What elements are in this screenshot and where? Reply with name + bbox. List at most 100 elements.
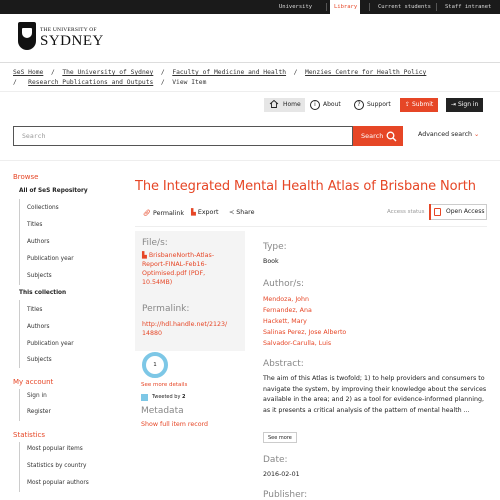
date-label: Date: <box>263 455 288 465</box>
home-label: Home <box>283 101 301 108</box>
author-link[interactable]: Salvador-Carulla, Luis <box>263 339 331 348</box>
author-link[interactable]: Fernandez, Ana <box>263 306 312 315</box>
nav-separator <box>326 3 327 11</box>
header-divider <box>0 62 500 63</box>
sidebar-coll-authors[interactable]: Authors <box>27 324 50 330</box>
sidebar-coll-subjects[interactable]: Subjects <box>27 357 52 363</box>
breadcrumb-sep: / <box>13 79 17 86</box>
file-link[interactable]: ▙ BrisbaneNorth-Atlas- Report-FINAL-Feb1… <box>142 251 214 287</box>
breadcrumb-line-2: / Research Publications and Outputs / Vi… <box>13 79 206 86</box>
sidebar-heading-statistics: Statistics <box>13 431 45 439</box>
sidebar-tree-line <box>19 300 20 368</box>
see-more-details-link[interactable]: See more details <box>141 381 187 390</box>
breadcrumb-link-publications[interactable]: Research Publications and Outputs <box>28 79 153 86</box>
permalink-url[interactable]: http://hdl.handle.net/2123/ 14880 <box>142 320 227 338</box>
sidebar-item-register[interactable]: Register <box>27 409 51 415</box>
signin-label: Sign in <box>457 101 479 108</box>
file-name-3: Optimised.pdf (PDF, <box>142 270 206 277</box>
share-label: Share <box>236 209 255 216</box>
sidebar-coll-publication-year[interactable]: Publication year <box>27 341 74 347</box>
sidebar-tree-line <box>19 199 20 285</box>
sidebar-item-popular-authors[interactable]: Most popular authors <box>27 480 89 486</box>
sidebar-heading-browse: Browse <box>13 173 39 181</box>
permalink-label: Permalink <box>153 210 185 217</box>
chevron-down-icon: ⌄ <box>474 131 480 138</box>
breadcrumb-sep: / <box>160 69 165 76</box>
export-label: Export <box>197 209 219 216</box>
open-access-badge[interactable]: Open Access <box>429 204 487 220</box>
advanced-search-link[interactable]: Advanced search ⌄ <box>418 131 479 138</box>
sidebar-item-publication-year[interactable]: Publication year <box>27 256 74 262</box>
support-button[interactable]: ? Support <box>354 98 391 112</box>
breadcrumb-divider <box>0 91 500 92</box>
nav-library[interactable]: Library <box>330 0 360 14</box>
twitter-icon <box>141 394 148 401</box>
sidebar-item-popular-items[interactable]: Most popular items <box>27 446 83 452</box>
signin-icon: ⇥ <box>451 101 458 108</box>
breadcrumb-link-home[interactable]: SeS Home <box>13 69 43 76</box>
author-link[interactable]: Hackett, Mary <box>263 317 307 326</box>
breadcrumb-link-university[interactable]: The University of Sydney <box>62 69 153 76</box>
abstract-text: The aim of this Atlas is twofold; 1) to … <box>263 375 487 414</box>
sidebar-all-repository[interactable]: All of SeS Repository <box>19 188 88 194</box>
tweeted-by-label: Tweeted by <box>152 394 181 400</box>
breadcrumb-current: View Item <box>172 79 207 86</box>
open-access-label: Open Access <box>446 208 485 215</box>
file-name-1: BrisbaneNorth-Atlas- <box>148 252 215 259</box>
tweet-count: 2 <box>182 394 186 400</box>
access-status-label: Access status <box>387 209 425 215</box>
file-name-2: Report-FINAL-Feb16- <box>142 261 207 268</box>
breadcrumb-link-faculty[interactable]: Faculty of Medicine and Health <box>172 69 286 76</box>
permalink-url-1: http://hdl.handle.net/2123/ <box>142 321 228 328</box>
search-button[interactable]: Search <box>353 126 403 146</box>
sidebar-item-titles[interactable]: Titles <box>27 222 42 228</box>
author-link[interactable]: Mendoza, John <box>263 295 309 304</box>
advanced-search-label: Advanced search <box>418 131 473 138</box>
tweeted-by: Tweeted by 2 <box>152 394 185 400</box>
nav-separator <box>369 3 370 11</box>
sidebar-tree-line <box>19 442 20 492</box>
nav-university[interactable]: University <box>279 0 312 14</box>
about-label: About <box>323 101 341 108</box>
sidebar-item-stats-country[interactable]: Statistics by country <box>27 463 86 469</box>
file-name-4: 10.54MB) <box>142 279 173 286</box>
sidebar-this-collection[interactable]: This collection <box>19 290 66 296</box>
sidebar-item-collections[interactable]: Collections <box>27 205 59 211</box>
breadcrumb-link-menzies[interactable]: Menzies Centre for Health Policy <box>305 69 426 76</box>
date-value: 2016-02-01 <box>263 471 300 478</box>
breadcrumb-sep: / <box>50 69 55 76</box>
export-button[interactable]: ▙ Export <box>191 209 218 216</box>
altmetric-score: 1 <box>153 362 157 368</box>
logo-line-2: SYDNEY <box>40 33 104 49</box>
item-title: The Integrated Mental Health Atlas of Br… <box>135 179 476 194</box>
info-icon: i <box>310 99 320 110</box>
signin-button[interactable]: ⇥ Sign in <box>446 98 484 112</box>
home-button[interactable]: Home <box>264 98 305 112</box>
sidebar-item-authors[interactable]: Authors <box>27 239 50 245</box>
metadata-label: Metadata <box>141 406 184 416</box>
altmetric-donut[interactable]: 1 <box>142 352 168 378</box>
sidebar-heading-my-account: My account <box>13 378 54 386</box>
share-button[interactable]: ≺ Share <box>229 209 254 216</box>
sidebar-tree-line <box>19 389 20 421</box>
pdf-icon: ▙ <box>142 252 149 259</box>
search-input[interactable]: Search <box>13 126 353 146</box>
home-icon <box>268 99 280 111</box>
sidebar-coll-titles[interactable]: Titles <box>27 307 42 313</box>
question-icon: ? <box>354 99 364 110</box>
university-logo[interactable]: THE UNIVERSITY OF SYDNEY <box>18 22 104 56</box>
sidebar-item-subjects[interactable]: Subjects <box>27 273 52 279</box>
author-link[interactable]: Salinas Perez, Jose Alberto <box>263 328 346 337</box>
submit-button[interactable]: ⇪ Submit <box>400 98 439 112</box>
crest-icon <box>18 22 36 50</box>
nav-current-students[interactable]: Current students <box>378 0 431 14</box>
see-more-button[interactable]: See more <box>263 432 297 443</box>
abstract-label: Abstract: <box>263 359 304 369</box>
type-label: Type: <box>263 242 287 252</box>
about-button[interactable]: i About <box>310 98 341 112</box>
sidebar-item-sign-in[interactable]: Sign in <box>27 393 47 399</box>
search-icon <box>386 130 397 142</box>
full-record-link[interactable]: Show full item record <box>141 420 208 429</box>
permalink-button[interactable]: 🔗︎ Permalink <box>143 209 184 217</box>
nav-staff-intranet[interactable]: Staff intranet <box>445 0 491 14</box>
